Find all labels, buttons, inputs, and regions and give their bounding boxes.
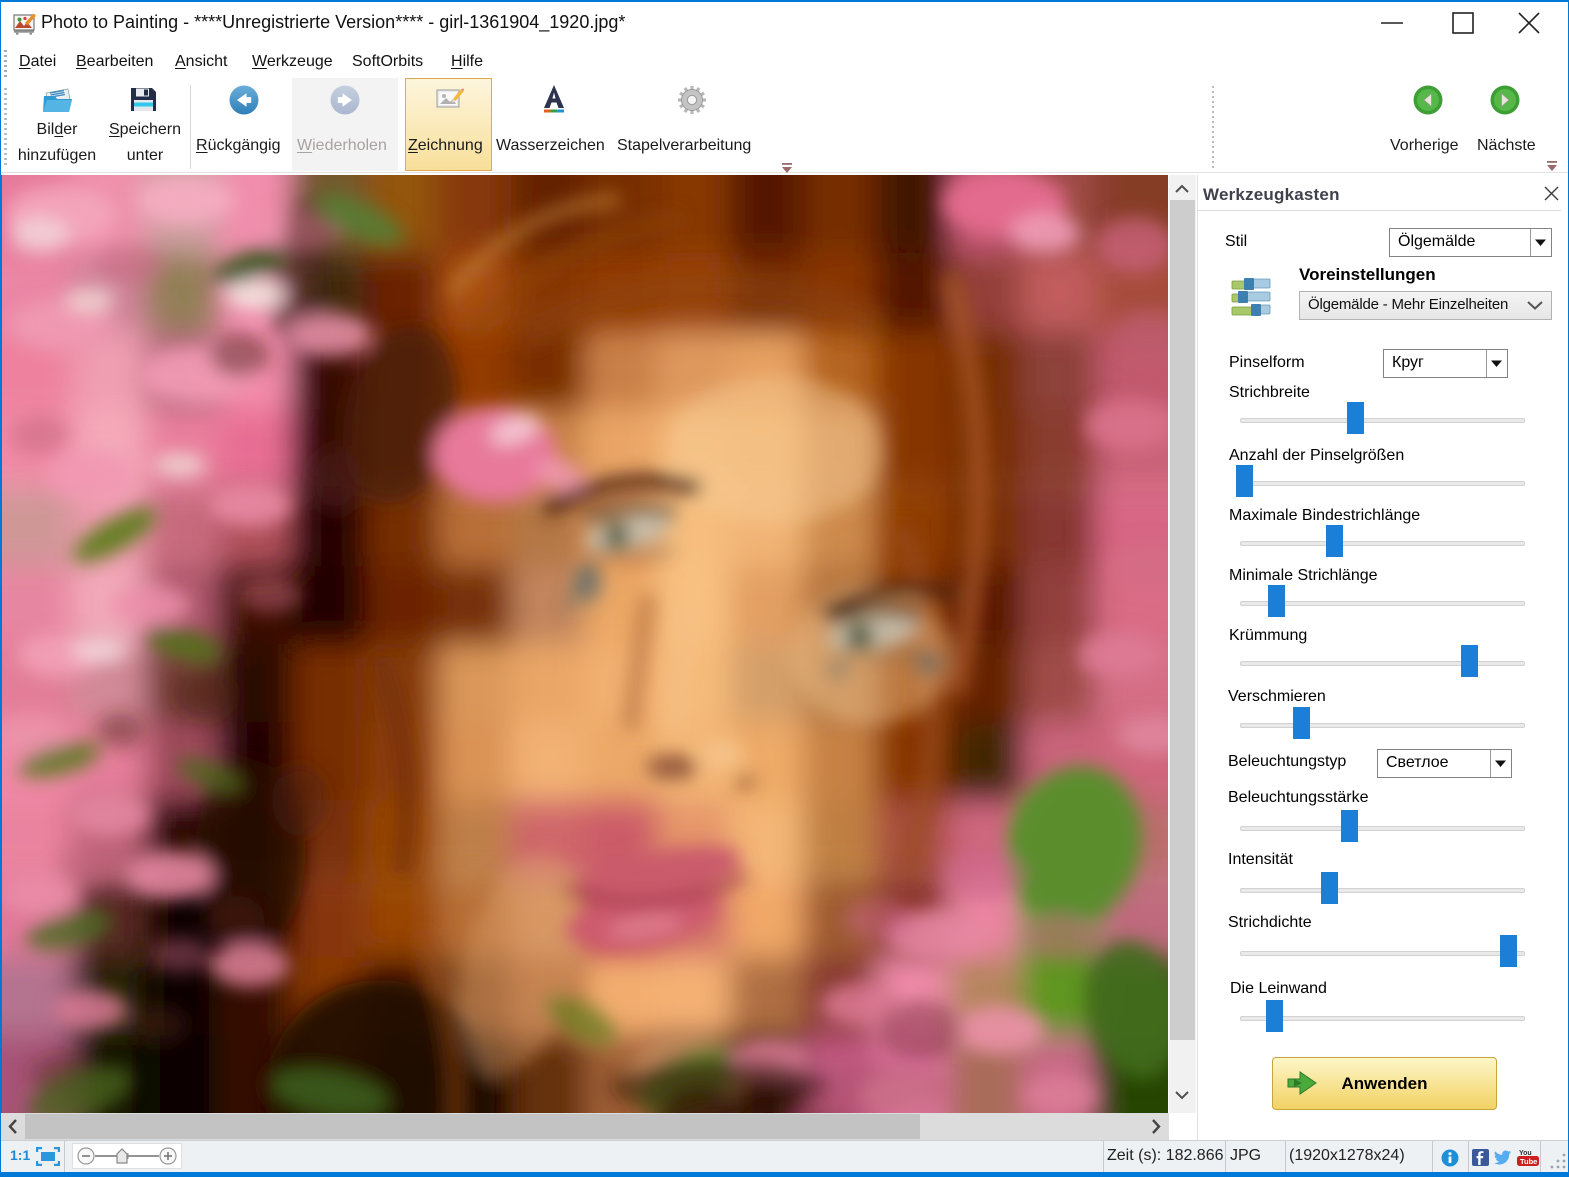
svg-text:Tube: Tube xyxy=(1520,1157,1537,1166)
svg-text:You: You xyxy=(1519,1150,1532,1157)
